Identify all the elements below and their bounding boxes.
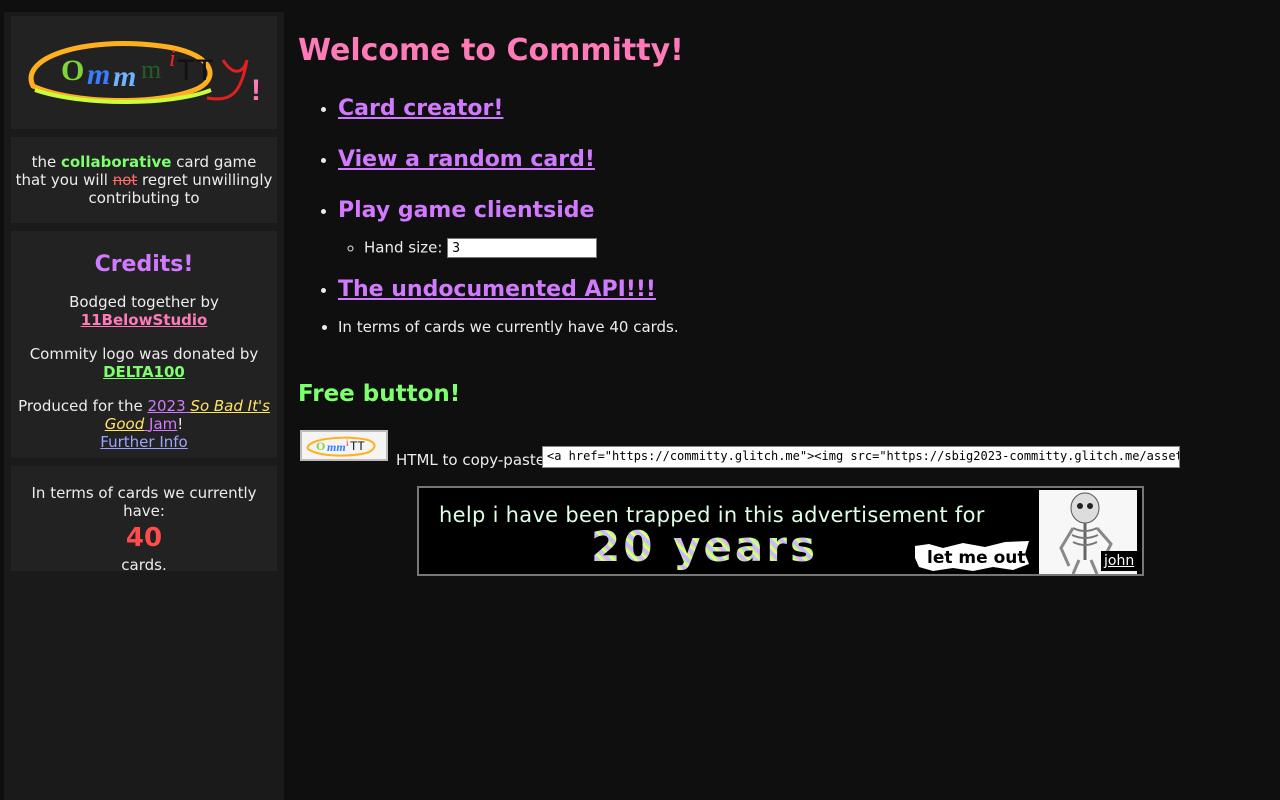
- sidebar: O m m m i TT ! the collaborative card ga…: [4, 12, 284, 800]
- credits-line3-suffix: !: [177, 415, 184, 433]
- committy-logo: O m m m i TT !: [28, 41, 261, 107]
- api-link[interactable]: The undocumented API!!!: [338, 277, 656, 302]
- svg-text:m: m: [141, 55, 161, 84]
- card-count-line: In terms of cards we currently have 40 c…: [338, 317, 1238, 337]
- logo-panel: O m m m i TT !: [11, 16, 277, 129]
- credits-line3-text: Produced for the: [18, 397, 148, 415]
- ad-years: 20 years: [591, 522, 818, 571]
- free-button-image[interactable]: O mm i TT: [300, 430, 388, 461]
- menu-item-play: Play game clientside Hand size:: [338, 194, 1238, 258]
- tagline: the collaborative card game that you wil…: [11, 137, 277, 223]
- svg-text:TT: TT: [350, 439, 365, 453]
- john-link[interactable]: john: [1101, 551, 1138, 571]
- menu-item-card-creator: Card creator!: [338, 92, 1238, 126]
- let-me-out-label: let me out: [927, 548, 1026, 568]
- tagline-strike: not: [112, 171, 138, 189]
- let-me-out-button[interactable]: let me out: [913, 540, 1031, 572]
- play-options: Hand size:: [338, 238, 1238, 258]
- tagline-highlight: collaborative: [60, 153, 172, 171]
- link-further-info[interactable]: Further Info: [100, 433, 187, 451]
- copy-paste-label: HTML to copy-paste:: [396, 451, 550, 469]
- card-count-suffix: cards.: [121, 556, 167, 574]
- card-count-number: 40: [125, 523, 163, 553]
- credits-line-logo: Commity logo was donated by DELTA100: [17, 345, 271, 381]
- card-count-panel: In terms of cards we currently have: 40 …: [11, 466, 277, 574]
- main-menu: Card creator! View a random card! Play g…: [298, 92, 1238, 337]
- menu-item-api: The undocumented API!!!: [338, 273, 1238, 307]
- svg-text:i: i: [169, 46, 176, 72]
- committy-badge-icon: O mm i TT: [306, 436, 376, 457]
- link-delta100[interactable]: DELTA100: [103, 363, 185, 381]
- credits-line2-text: Commity logo was donated by: [29, 345, 259, 363]
- svg-text:TT: TT: [177, 54, 214, 87]
- credits-panel: Credits! Bodged together by 11BelowStudi…: [11, 231, 277, 458]
- page-title: Welcome to Committy!: [298, 33, 684, 68]
- copy-paste-textarea[interactable]: <a href="https://committy.glitch.me"><im…: [542, 446, 1180, 468]
- svg-text:i: i: [346, 438, 349, 448]
- menu-item-random-card: View a random card!: [338, 143, 1238, 177]
- free-button-title: Free button!: [298, 381, 461, 407]
- link-11belowstudio[interactable]: 11BelowStudio: [81, 311, 208, 329]
- svg-text:m: m: [113, 60, 136, 93]
- credits-line1-text: Bodged together by: [69, 293, 219, 311]
- credits-line-bodged: Bodged together by 11BelowStudio: [17, 293, 271, 329]
- jam-word: Jam: [149, 415, 178, 433]
- card-count-prefix: In terms of cards we currently have:: [31, 484, 257, 520]
- hand-size-input[interactable]: [447, 238, 598, 258]
- tagline-part1: the: [31, 153, 61, 171]
- play-clientside-label[interactable]: Play game clientside: [338, 198, 594, 223]
- credits-title: Credits!: [94, 252, 194, 277]
- svg-text:!: !: [251, 74, 261, 107]
- hand-size-item: Hand size:: [364, 238, 1238, 258]
- jam-year: 2023: [147, 397, 186, 415]
- main-content: Welcome to Committy! Card creator! View …: [298, 0, 1268, 800]
- svg-text:O: O: [61, 54, 84, 87]
- svg-text:mm: mm: [327, 440, 346, 454]
- hand-size-label: Hand size:: [364, 238, 443, 257]
- advertisement-banner[interactable]: help i have been trapped in this adverti…: [417, 486, 1144, 576]
- random-card-link[interactable]: View a random card!: [338, 147, 595, 172]
- card-creator-link[interactable]: Card creator!: [338, 96, 503, 121]
- credits-line-jam: Produced for the 2023 So Bad It's Good J…: [17, 397, 271, 451]
- free-button-row: O mm i TT HTML to copy-paste: <a href="h…: [300, 430, 1260, 469]
- svg-text:m: m: [87, 58, 110, 91]
- svg-text:O: O: [316, 439, 325, 453]
